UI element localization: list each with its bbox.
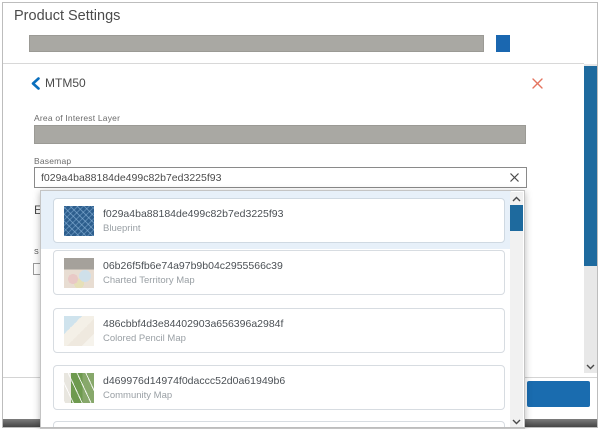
scroll-down-icon[interactable] (512, 419, 521, 425)
item-id: 06b26f5fb6e74a97b9b04c2955566c39 (103, 260, 283, 272)
list-item-charted-territory[interactable]: 06b26f5fb6e74a97b9b04c2955566c39 Charted… (53, 250, 505, 295)
community-thumbnail (64, 373, 94, 403)
page-title: Product Settings (14, 8, 120, 24)
scroll-up-icon[interactable] (512, 196, 521, 202)
header-placeholder-bar (29, 35, 484, 52)
product-settings-dialog: Product Settings MTM50 Area of Interest … (0, 0, 600, 429)
item-id: f029a4ba88184de499c82b7ed3225f93 (103, 208, 283, 220)
item-id: d469976d14974f0daccc52d0a61949b6 (103, 375, 285, 387)
basemap-input[interactable] (34, 167, 527, 188)
clear-input-icon[interactable] (509, 172, 520, 183)
dropdown-scrollbar[interactable] (510, 192, 523, 429)
basemap-label: Basemap (34, 156, 71, 166)
blue-square-button[interactable] (496, 35, 510, 52)
list-item-partial[interactable] (53, 421, 505, 429)
scroll-down-icon[interactable] (586, 364, 595, 370)
back-chevron-icon[interactable] (31, 77, 40, 90)
charted-territory-thumbnail (64, 258, 94, 288)
clipped-field-label-2: S (34, 249, 39, 256)
list-item-community[interactable]: d469976d14974f0daccc52d0a61949b6 Communi… (53, 365, 505, 410)
dropdown-scrollbar-thumb[interactable] (510, 205, 523, 231)
back-button-label[interactable]: MTM50 (45, 76, 86, 90)
basemap-dropdown-list: f029a4ba88184de499c82b7ed3225f93 Bluepri… (40, 190, 525, 429)
colored-pencil-thumbnail (64, 316, 94, 346)
list-item-colored-pencil[interactable]: 486cbbf4d3e84402903a656396a2984f Colored… (53, 308, 505, 353)
item-title: Blueprint (103, 223, 283, 234)
primary-button[interactable] (527, 381, 590, 407)
main-scrollbar[interactable] (584, 64, 597, 373)
blueprint-thumbnail (64, 206, 94, 236)
header-divider (3, 63, 584, 64)
item-title: Colored Pencil Map (103, 333, 283, 344)
item-title: Charted Territory Map (103, 275, 283, 286)
list-item-blueprint[interactable]: f029a4ba88184de499c82b7ed3225f93 Bluepri… (53, 198, 505, 243)
main-scrollbar-thumb[interactable] (584, 66, 597, 266)
aoi-layer-label: Area of Interest Layer (34, 113, 120, 123)
item-title: Community Map (103, 390, 285, 401)
item-id: 486cbbf4d3e84402903a656396a2984f (103, 318, 283, 330)
close-icon[interactable] (531, 77, 544, 90)
aoi-layer-select[interactable] (34, 125, 526, 144)
